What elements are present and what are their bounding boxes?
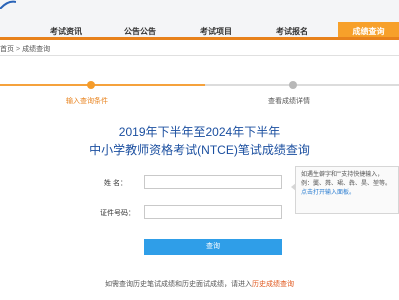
nav-item-score-query[interactable]: 成绩查询 <box>338 22 399 37</box>
step-1-label: 输入查询条件 <box>66 98 108 105</box>
step-progress-remaining <box>205 84 399 86</box>
name-label: 姓 名： <box>104 180 127 187</box>
nav-item-exam-projects[interactable]: 考试项目 <box>200 26 232 37</box>
breadcrumb-separator: > <box>16 46 21 53</box>
breadcrumb-home[interactable]: 首页 <box>0 46 14 53</box>
tip-arrow-icon <box>291 183 296 191</box>
breadcrumb-divider <box>0 55 399 56</box>
history-note-text: 如需查询历史笔试成绩和历史面试成绩，请进入 <box>105 281 252 288</box>
step-progress-active <box>0 84 205 86</box>
id-number-label: 证件号码： <box>100 210 135 217</box>
open-input-panel-link[interactable]: 点击打开输入面板。 <box>301 190 355 196</box>
step-1-dot <box>87 81 95 89</box>
nav-item-announcements[interactable]: 公告公告 <box>124 26 156 37</box>
top-navbar: 考试资讯 公告公告 考试项目 考试报名 成绩查询 <box>0 0 399 40</box>
query-button[interactable]: 查询 <box>144 239 282 255</box>
nav-item-registration[interactable]: 考试报名 <box>276 26 308 37</box>
page-title-line2: 中小学教师资格考试(NTCE)笔试成绩查询 <box>89 143 310 157</box>
name-input[interactable] <box>144 175 282 189</box>
history-score-link[interactable]: 历史成绩查询 <box>252 281 294 288</box>
nav-item-exam-news[interactable]: 考试资讯 <box>50 26 82 37</box>
site-logo-icon <box>0 0 16 9</box>
rare-character-tip: 如遇生僻字和""支持快捷输入，例：龑、粦、珺、犇、昊、堃等。点击打开输入面板。 <box>291 166 399 214</box>
tip-text: 如遇生僻字和""支持快捷输入，例：龑、粦、珺、犇、昊、堃等。 <box>301 172 392 187</box>
step-2-label: 查看成绩详情 <box>268 98 310 105</box>
step-2-dot <box>289 81 297 89</box>
page-title-line1: 2019年下半年至2024年下半年 <box>118 125 281 139</box>
breadcrumb: 首页 > 成绩查询 <box>0 44 50 54</box>
history-score-note: 如需查询历史笔试成绩和历史面试成绩，请进入历史成绩查询 <box>0 279 399 289</box>
breadcrumb-current: 成绩查询 <box>22 46 51 53</box>
id-number-input[interactable] <box>144 205 282 219</box>
